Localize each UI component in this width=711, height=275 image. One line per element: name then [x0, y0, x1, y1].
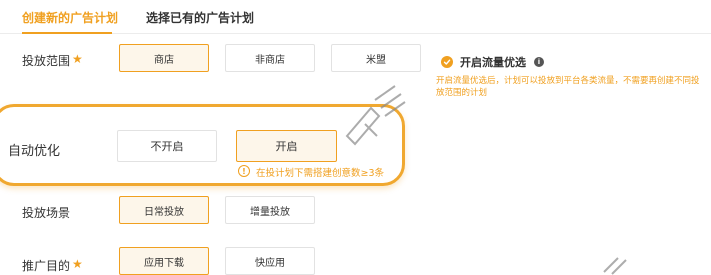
goal-option-quick-app[interactable]: 快应用 [225, 247, 315, 275]
check-icon [443, 59, 451, 65]
watermark-fragment-icon [603, 257, 627, 275]
scene-option-incremental[interactable]: 增量投放 [225, 196, 315, 224]
required-star-icon: ★ [72, 52, 83, 66]
auto-opt-warning: 在投计划下需搭建创意数≥3条 [256, 168, 385, 179]
tab-select-existing-plan[interactable]: 选择已有的广告计划 [146, 9, 254, 26]
auto-opt-label: 自动优化 [8, 144, 61, 159]
placement-scope-label: 投放范围 [22, 54, 71, 68]
traffic-opt-checkbox[interactable] [441, 56, 453, 68]
required-star-icon: ★ [72, 257, 83, 271]
active-tab-underline [22, 32, 112, 34]
traffic-opt-label: 开启流量优选 [460, 56, 526, 69]
scene-label: 投放场景 [22, 206, 71, 220]
scene-option-daily[interactable]: 日常投放 [119, 196, 209, 224]
goal-option-app-download[interactable]: 应用下载 [119, 247, 209, 275]
goal-label: 推广目的 [22, 259, 71, 273]
scope-option-non-store[interactable]: 非商店 [225, 44, 315, 72]
auto-opt-option-on[interactable]: 开启 [236, 130, 337, 162]
traffic-opt-description: 开启流量优选后，计划可以投放到平台各类流量，不需要再创建不同投放范围的计划 [436, 76, 700, 98]
tab-create-new-plan[interactable]: 创建新的广告计划 [22, 9, 118, 26]
ad-plan-panel: 创建新的广告计划 选择已有的广告计划 投放范围 ★ 商店 非商店 米盟 开启流量… [0, 0, 711, 275]
warning-icon: ! [238, 165, 250, 177]
plan-tabs: 创建新的广告计划 选择已有的广告计划 [0, 0, 711, 34]
scope-option-mimeng[interactable]: 米盟 [331, 44, 421, 72]
info-icon[interactable]: i [534, 57, 544, 67]
scope-option-store[interactable]: 商店 [119, 44, 209, 72]
auto-opt-option-off[interactable]: 不开启 [117, 130, 217, 162]
